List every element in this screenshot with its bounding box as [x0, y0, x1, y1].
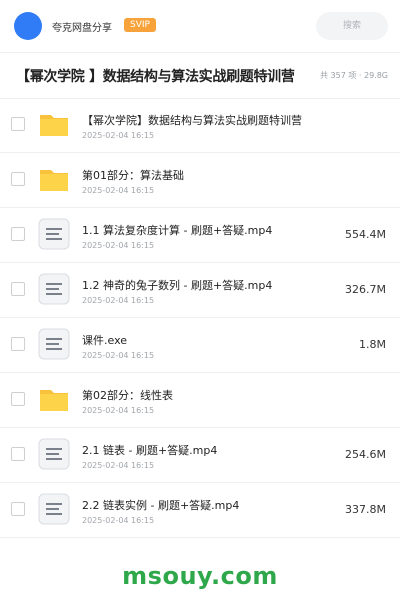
folder-header: 【幂次学院 】数据结构与算法实战刷题特训营 共 357 项 · 29.8G	[0, 52, 400, 99]
select-checkbox[interactable]	[11, 227, 25, 241]
folder-summary: 共 357 项 · 29.8G	[320, 71, 388, 80]
select-checkbox[interactable]	[11, 337, 25, 351]
file-size: 326.7M	[345, 283, 386, 296]
folder-icon	[38, 108, 70, 140]
file-size: 254.6M	[345, 448, 386, 461]
file-date: 2025-02-04 16:15	[82, 296, 155, 305]
select-checkbox[interactable]	[11, 117, 25, 131]
select-checkbox[interactable]	[11, 502, 25, 516]
document-icon	[38, 273, 70, 305]
file-name: 2.1 链表 - 刷题+答疑.mp4	[82, 444, 218, 457]
select-checkbox[interactable]	[11, 447, 25, 461]
file-list: 【幂次学院】数据结构与算法实战刷题特训营 2025-02-04 16:15 第01部…	[0, 98, 400, 538]
document-icon	[38, 493, 70, 525]
watermark-text: msouy.com	[122, 562, 278, 590]
file-date: 2025-02-04 16:15	[82, 406, 155, 415]
file-date: 2025-02-04 16:15	[82, 241, 155, 250]
file-size: 554.4M	[345, 228, 386, 241]
file-size: 1.8M	[359, 338, 386, 351]
app-header: 夸克网盘分享 SVIP 搜索	[0, 0, 400, 53]
select-checkbox[interactable]	[11, 282, 25, 296]
file-row[interactable]: 课件.exe 2025-02-04 16:15 1.8M	[0, 318, 400, 373]
file-date: 2025-02-04 16:15	[82, 516, 155, 525]
file-name: 第02部分：线性表	[82, 389, 173, 402]
folder-row[interactable]: 第02部分：线性表 2025-02-04 16:15	[0, 373, 400, 428]
folder-row[interactable]: 【幂次学院】数据结构与算法实战刷题特训营 2025-02-04 16:15	[0, 98, 400, 153]
file-size: 337.8M	[345, 503, 386, 516]
file-row[interactable]: 2.2 链表实例 - 刷题+答疑.mp4 2025-02-04 16:15 337.…	[0, 483, 400, 538]
file-row[interactable]: 2.1 链表 - 刷题+答疑.mp4 2025-02-04 16:15 254.6M	[0, 428, 400, 483]
file-name: 1.1 算法复杂度计算 - 刷题+答疑.mp4	[82, 224, 273, 237]
folder-icon	[38, 383, 70, 415]
file-row[interactable]: 1.1 算法复杂度计算 - 刷题+答疑.mp4 2025-02-04 16:15 5…	[0, 208, 400, 263]
file-name: 第01部分：算法基础	[82, 169, 184, 182]
file-date: 2025-02-04 16:15	[82, 186, 155, 195]
file-row[interactable]: 1.2 神奇的兔子数列 - 刷题+答疑.mp4 2025-02-04 16:15 3…	[0, 263, 400, 318]
file-name: 2.2 链表实例 - 刷题+答疑.mp4	[82, 499, 240, 512]
file-date: 2025-02-04 16:15	[82, 131, 155, 140]
select-checkbox[interactable]	[11, 172, 25, 186]
file-date: 2025-02-04 16:15	[82, 461, 155, 470]
document-icon	[38, 328, 70, 360]
folder-icon	[38, 163, 70, 195]
document-icon	[38, 218, 70, 250]
file-name: 1.2 神奇的兔子数列 - 刷题+答疑.mp4	[82, 279, 273, 292]
sharer-name: 夸克网盘分享	[52, 23, 112, 34]
avatar[interactable]	[14, 12, 42, 40]
file-name: 【幂次学院】数据结构与算法实战刷题特训营	[82, 114, 302, 127]
svip-badge: SVIP	[124, 18, 156, 32]
document-icon	[38, 438, 70, 470]
file-name: 课件.exe	[82, 334, 128, 347]
file-date: 2025-02-04 16:15	[82, 351, 155, 360]
search-input[interactable]: 搜索	[316, 12, 388, 40]
select-checkbox[interactable]	[11, 392, 25, 406]
page-title: 【幂次学院 】数据结构与算法实战刷题特训营	[16, 69, 295, 85]
folder-row[interactable]: 第01部分：算法基础 2025-02-04 16:15	[0, 153, 400, 208]
